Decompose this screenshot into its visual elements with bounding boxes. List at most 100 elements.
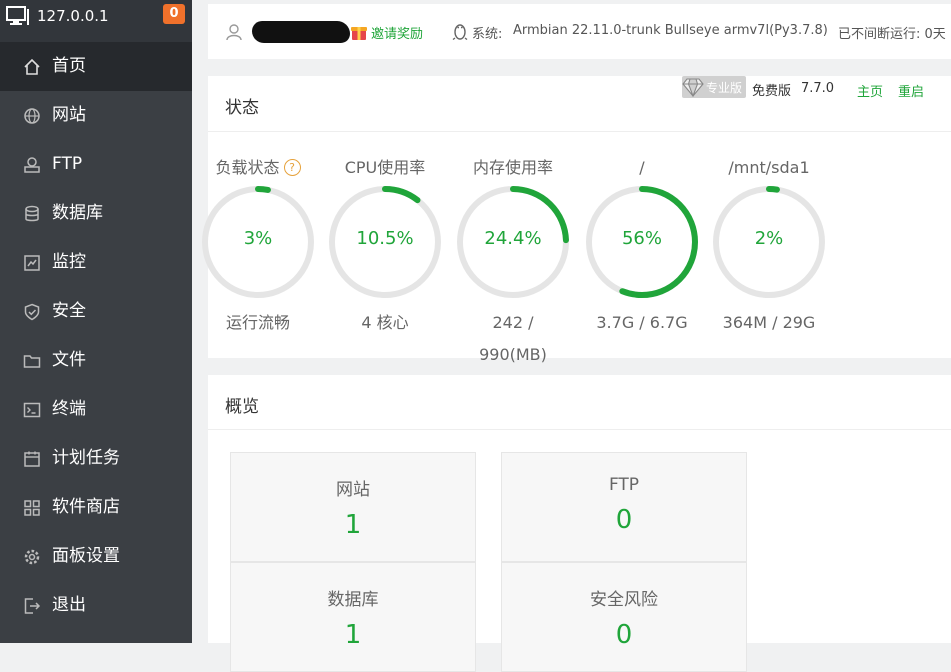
gauge-disk-sda1[interactable]: /mnt/sda1 2% 364M / 29G (704, 156, 834, 339)
gauge-cpu[interactable]: CPU使用率 10.5% 4 核心 (320, 156, 450, 339)
sidebar-item-label: 安全 (52, 301, 86, 321)
top-info-bar: 邀请奖励 系统: Armbian 22.11.0-trunk Bullseye … (208, 4, 951, 59)
sidebar-item-label: 首页 (52, 56, 86, 76)
gauge-load[interactable]: 负载状态? 3% 运行流畅 (193, 156, 323, 339)
monitor-icon (6, 6, 30, 30)
sidebar-item-label: 网站 (52, 105, 86, 125)
redacted-username (252, 21, 350, 43)
user-icon[interactable] (225, 23, 243, 45)
sidebar-item-logout[interactable]: 退出 (0, 581, 192, 630)
overview-title: 概览 (225, 397, 259, 417)
gauge-memory[interactable]: 内存使用率 24.4% 242 / 990(MB) (448, 156, 578, 371)
home-link[interactable]: 主页 (857, 81, 883, 100)
gauge-ring: 56% (577, 180, 707, 310)
server-host: 127.0.0.1 (37, 7, 109, 25)
sidebar-item-database[interactable]: 数据库 (0, 189, 192, 238)
server-header[interactable]: 127.0.0.1 0 (0, 0, 192, 42)
version-number: 7.7.0 (801, 81, 835, 96)
gauge-percent: 24.4% (484, 228, 542, 249)
invite-reward-link[interactable]: 邀请奖励 (371, 23, 423, 42)
gauge-percent: 3% (243, 228, 273, 249)
gift-icon (351, 23, 367, 45)
sidebar-item-label: FTP (52, 154, 83, 174)
tile-value: 1 (344, 620, 362, 650)
sidebar-item-home[interactable]: 首页 (0, 42, 192, 91)
sidebar-item-label: 软件商店 (52, 497, 120, 517)
tile-value: 0 (615, 620, 633, 650)
sidebar-item-website[interactable]: 网站 (0, 91, 192, 140)
sidebar-item-files[interactable]: 文件 (0, 336, 192, 385)
tile-value: 0 (615, 505, 633, 535)
notification-badge[interactable]: 0 (163, 4, 185, 24)
overview-tile-security-risk[interactable]: 安全风险 0 (501, 562, 747, 672)
gauge-label: / (639, 158, 645, 177)
tile-label: 网站 (336, 480, 370, 500)
sidebar-item-label: 计划任务 (52, 448, 120, 468)
sidebar-item-label: 面板设置 (52, 546, 120, 566)
sidebar-item-label: 监控 (52, 252, 86, 272)
folder-icon (23, 352, 41, 370)
pro-label: 专业版 (706, 81, 743, 95)
gauge-percent: 10.5% (356, 228, 414, 249)
gauge-percent: 56% (621, 228, 662, 249)
gauge-sub: 运行流畅 (225, 313, 290, 332)
tile-label: FTP (608, 475, 640, 495)
sidebar-item-terminal[interactable]: 终端 (0, 385, 192, 434)
free-version-label: 免费版 (752, 84, 792, 99)
gauge-label: 负载状态? (193, 156, 323, 180)
sidebar-item-ftp[interactable]: FTP (0, 140, 192, 189)
apps-icon (23, 499, 41, 517)
gauge-sub: 4 核心 (361, 313, 409, 332)
terminal-icon (23, 401, 41, 419)
sidebar-item-label: 文件 (52, 350, 86, 370)
sidebar-item-security[interactable]: 安全 (0, 287, 192, 336)
pro-version-badge[interactable]: 专业版 (682, 76, 746, 98)
ftp-icon (23, 156, 41, 174)
restart-link[interactable]: 重启 (898, 81, 924, 100)
gauge-label: /mnt/sda1 (728, 158, 810, 177)
sidebar-item-store[interactable]: 软件商店 (0, 483, 192, 532)
overview-tile-website[interactable]: 网站 1 (230, 452, 476, 562)
sidebar-item-label: 退出 (52, 595, 86, 615)
database-icon (23, 205, 41, 223)
calendar-icon (23, 450, 41, 468)
gauge-disk-root[interactable]: / 56% 3.7G / 6.7G (577, 156, 707, 339)
uptime-text: 已不间断运行: 0天 (838, 27, 946, 42)
sidebar-item-cron[interactable]: 计划任务 (0, 434, 192, 483)
sidebar-item-monitor[interactable]: 监控 (0, 238, 192, 287)
sidebar-item-settings[interactable]: 面板设置 (0, 532, 192, 581)
gauge-ring: 2% (704, 180, 834, 310)
tile-label: 安全风险 (590, 590, 658, 610)
tile-label: 数据库 (327, 590, 379, 610)
help-icon[interactable]: ? (283, 159, 301, 176)
overview-panel: 概览 网站 1 FTP 0 数据库 1 安全风险 0 (208, 375, 951, 672)
status-title: 状态 (225, 98, 259, 118)
sidebar-nav: 首页 网站 FTP 数据库 监控 安全 文件 终端 计划任务 软件商店 面板设置… (0, 42, 192, 630)
gauge-sub: 242 / 990(MB) (479, 313, 547, 364)
logout-icon (23, 597, 41, 615)
gauge-sub: 364M / 29G (722, 313, 816, 332)
gauge-ring: 10.5% (320, 180, 450, 310)
overview-tile-database[interactable]: 数据库 1 (230, 562, 476, 672)
overview-tile-ftp[interactable]: FTP 0 (501, 452, 747, 562)
divider (208, 131, 951, 132)
linux-tux-icon (452, 22, 468, 44)
globe-icon (23, 107, 41, 125)
gauge-ring: 3% (193, 180, 323, 310)
status-panel: 状态 专业版 免费版 7.7.0 主页 重启 负载状态? 3% 运行流畅 CPU… (202, 76, 951, 364)
monitor-chart-icon (23, 254, 41, 272)
sidebar-item-label: 终端 (52, 399, 86, 419)
shield-icon (23, 303, 41, 321)
gauge-label: CPU使用率 (344, 158, 426, 177)
gauge-sub: 3.7G / 6.7G (596, 313, 688, 332)
system-label: 系统: (472, 27, 503, 42)
gear-icon (23, 548, 41, 566)
diamond-icon (682, 77, 704, 100)
system-value: Armbian 22.11.0-trunk Bullseye armv7l(Py… (513, 23, 828, 38)
sidebar-item-label: 数据库 (52, 203, 103, 223)
sidebar: 127.0.0.1 0 首页 网站 FTP 数据库 监控 安全 文件 终端 计划… (0, 0, 192, 643)
divider (208, 429, 951, 430)
gauge-label: 内存使用率 (472, 158, 553, 177)
home-icon (23, 58, 41, 76)
tile-value: 1 (344, 510, 362, 540)
